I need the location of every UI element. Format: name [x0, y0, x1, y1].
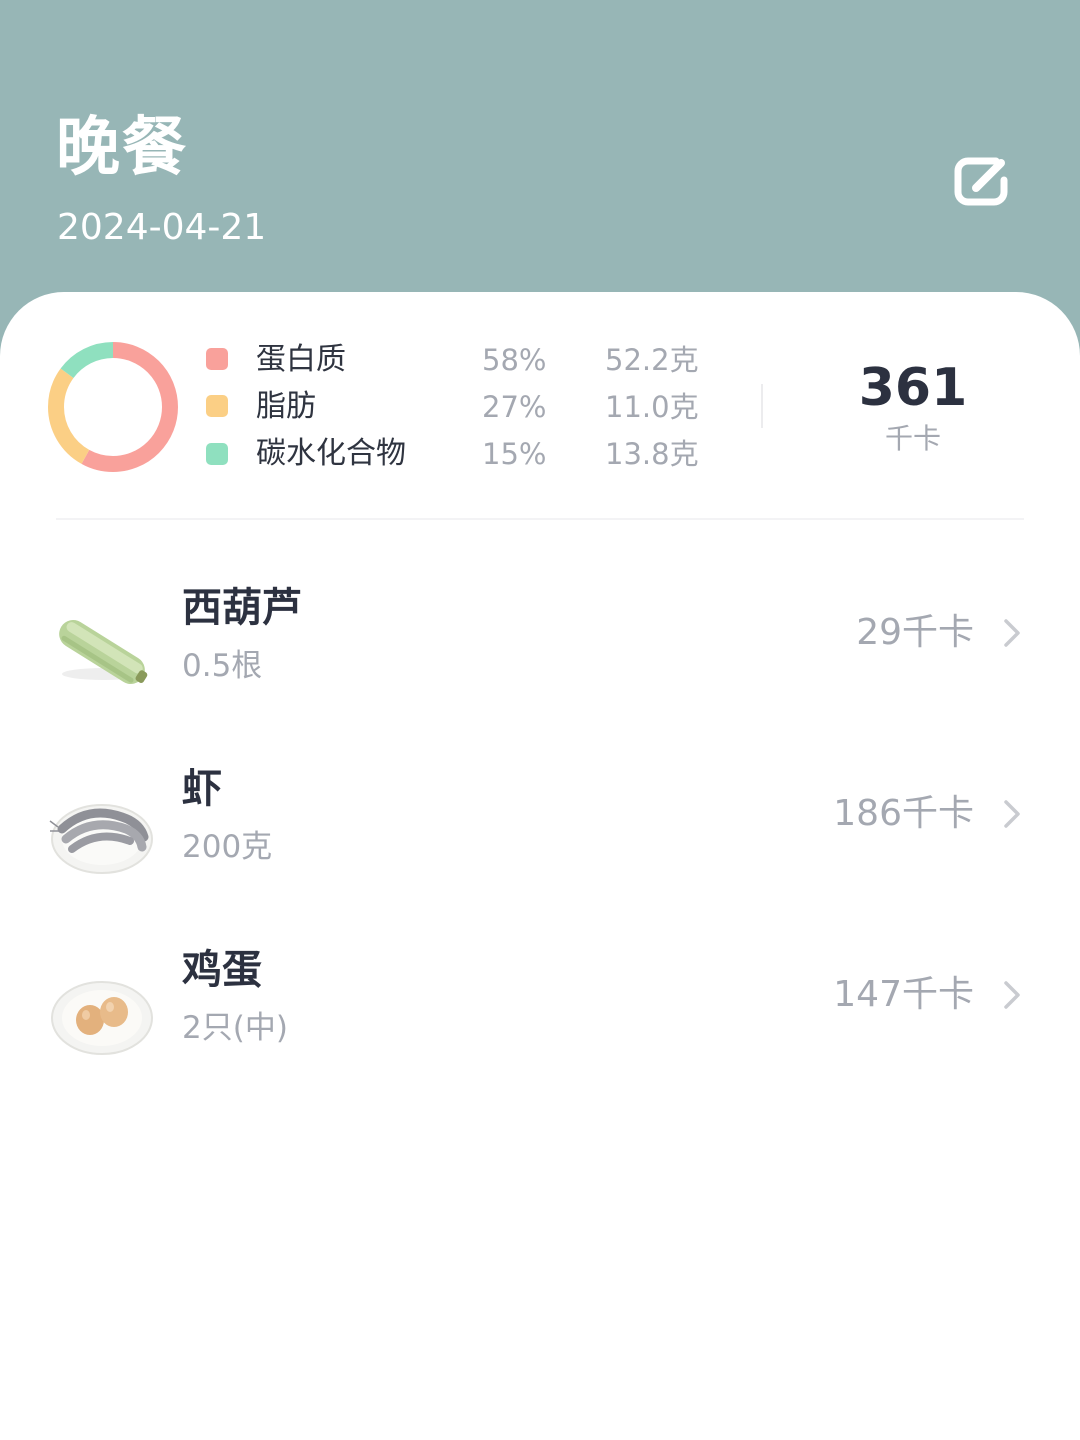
protein-legend-dot — [206, 348, 228, 370]
food-quantity: 2只(中) — [182, 1010, 288, 1046]
protein-percent: 58% — [482, 343, 547, 377]
fat-label: 脂肪 — [256, 389, 316, 424]
fat-percent: 27% — [482, 390, 547, 424]
carbs-label: 碳水化合物 — [256, 436, 406, 471]
food-item-eggs[interactable]: 鸡蛋 2只(中) 147千卡 — [0, 942, 1080, 1102]
carbs-legend-dot — [206, 443, 228, 465]
summary-divider — [761, 384, 763, 428]
food-item-shrimp[interactable]: 虾 200克 186千卡 — [0, 761, 1080, 921]
food-calories: 29千卡 — [856, 612, 974, 653]
total-calories-unit: 千卡 — [884, 422, 941, 455]
total-calories-value: 361 — [858, 358, 968, 418]
chevron-right-icon — [1004, 619, 1020, 647]
food-quantity: 200克 — [182, 829, 273, 865]
food-quantity: 0.5根 — [182, 648, 263, 684]
fat-amount: 11.0克 — [605, 390, 699, 424]
food-name: 西葫芦 — [182, 585, 302, 631]
zucchini-image — [59, 619, 148, 685]
food-name: 虾 — [182, 766, 222, 812]
chevron-right-icon — [1004, 800, 1020, 828]
section-divider — [56, 518, 1024, 520]
food-calories: 147千卡 — [833, 974, 974, 1015]
carbs-amount: 13.8克 — [605, 437, 699, 471]
food-calories: 186千卡 — [833, 793, 974, 834]
macro-donut-chart — [48, 342, 178, 472]
protein-label: 蛋白质 — [256, 342, 346, 377]
eggs-image — [51, 981, 153, 1055]
protein-amount: 52.2克 — [605, 343, 699, 377]
food-item-zucchini[interactable]: 西葫芦 0.5根 29千卡 — [0, 580, 1080, 740]
fat-legend-dot — [206, 395, 228, 417]
chevron-right-icon — [1004, 981, 1020, 1009]
page-title: 晚餐 — [56, 111, 188, 185]
edit-button[interactable] — [946, 144, 1016, 214]
edit-icon — [954, 157, 1008, 206]
carbs-percent: 15% — [482, 437, 547, 471]
meal-date: 2024-04-21 — [57, 207, 267, 248]
shrimp-image — [49, 804, 153, 874]
food-name: 鸡蛋 — [182, 947, 262, 993]
header: 晚餐 2024-04-21 — [0, 0, 1080, 320]
